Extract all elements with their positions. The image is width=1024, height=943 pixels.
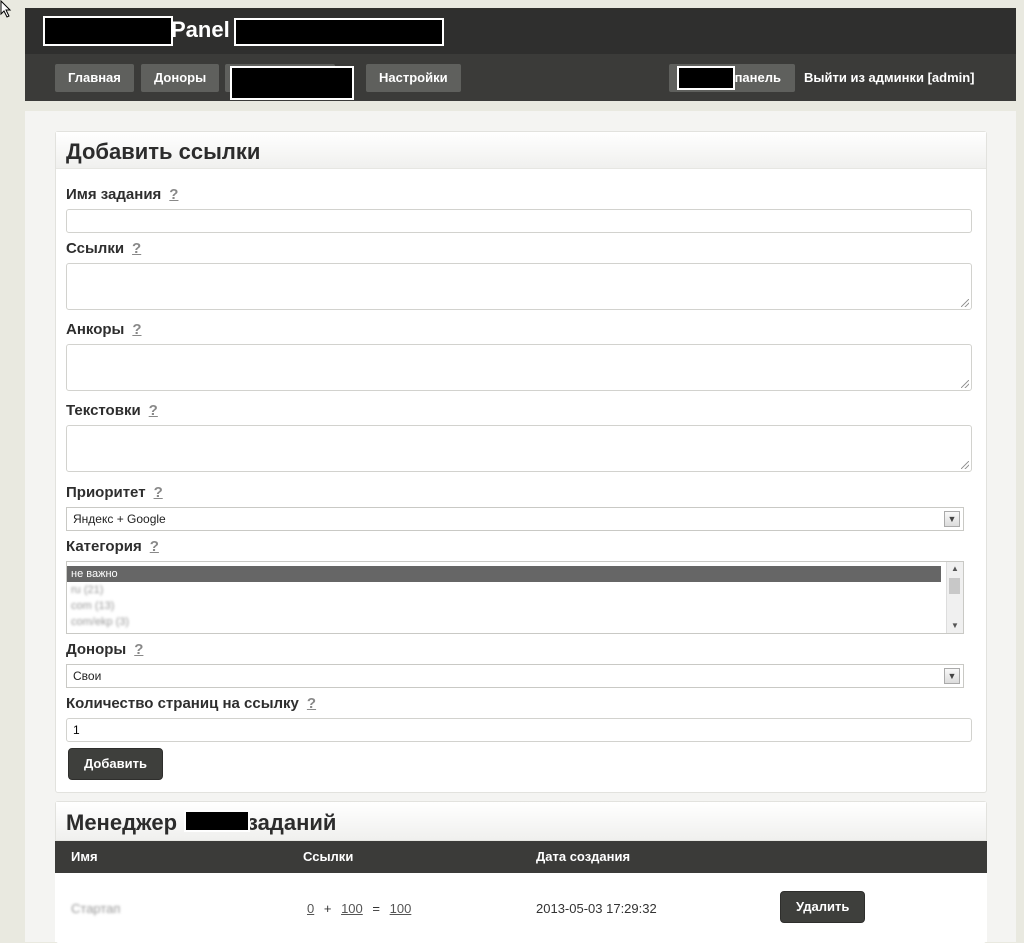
help-icon[interactable]: ? — [134, 641, 143, 658]
delete-button[interactable]: Удалить — [780, 891, 866, 923]
links-count-b[interactable]: 100 — [341, 901, 363, 916]
pages-per-link-label-text: Количество страниц на ссылку — [66, 695, 299, 712]
category-listbox[interactable]: не важно ru (21) com (13) com/ekp (3) ▲ … — [66, 561, 964, 634]
texts-label: Текстовки? — [66, 402, 158, 419]
pages-per-link-label: Количество страниц на ссылку? — [66, 695, 316, 712]
resize-handle-icon[interactable] — [961, 299, 969, 307]
help-icon[interactable]: ? — [154, 484, 163, 501]
manager-heading-left: Менеджер — [66, 810, 178, 835]
top-header: Panel Главная Доноры Настройки панель Вы… — [25, 8, 1016, 101]
manager-heading-right: заданий — [247, 810, 337, 835]
texts-label-text: Текстовки — [66, 402, 141, 419]
category-option[interactable]: не важно — [67, 566, 941, 582]
priority-label: Приоритет? — [66, 484, 163, 501]
task-name-label: Имя задания? — [66, 186, 178, 203]
column-header-links: Ссылки — [303, 849, 354, 864]
links-total[interactable]: 100 — [390, 901, 412, 916]
links-label: Ссылки? — [66, 240, 141, 257]
chevron-down-icon[interactable]: ▼ — [944, 511, 960, 527]
column-header-created: Дата создания — [536, 849, 631, 864]
category-option[interactable]: ru (21) — [67, 582, 963, 598]
help-icon[interactable]: ? — [132, 240, 141, 257]
category-label: Категория? — [66, 538, 159, 555]
help-icon[interactable]: ? — [150, 538, 159, 555]
category-option[interactable]: com/ekp (3) — [67, 614, 963, 630]
category-label-text: Категория — [66, 538, 142, 555]
table-row: Стартап 0 + 100 = 100 2013-05-03 17:29:3… — [55, 873, 987, 942]
links-plus: + — [323, 901, 332, 916]
add-links-heading: Добавить ссылки — [56, 132, 986, 169]
links-count-a[interactable]: 0 — [307, 901, 314, 916]
redacted-block — [230, 66, 354, 100]
anchors-textarea[interactable] — [66, 344, 972, 391]
anchors-label: Анкоры? — [66, 321, 142, 338]
task-name-input[interactable] — [66, 209, 972, 233]
nav-home[interactable]: Главная — [55, 64, 134, 92]
scroll-thumb[interactable] — [949, 578, 960, 594]
links-equals: = — [372, 901, 380, 916]
resize-handle-icon[interactable] — [961, 461, 969, 469]
redacted-block — [43, 16, 173, 46]
add-links-panel: Добавить ссылки Имя задания? Ссылки? Анк… — [55, 131, 987, 793]
resize-handle-icon[interactable] — [961, 380, 969, 388]
brand-row: Panel — [25, 8, 1016, 54]
column-header-name: Имя — [71, 849, 98, 864]
redacted-block — [234, 18, 444, 46]
help-icon[interactable]: ? — [307, 695, 316, 712]
donors-value: Свои — [73, 669, 102, 683]
donors-label: Доноры? — [66, 641, 143, 658]
help-icon[interactable]: ? — [149, 402, 158, 419]
app-title: Panel — [171, 17, 230, 42]
panel-link-label: панель — [734, 70, 781, 85]
nav-donors[interactable]: Доноры — [141, 64, 220, 92]
created-date-cell: 2013-05-03 17:29:32 — [536, 901, 657, 916]
links-textarea[interactable] — [66, 263, 972, 310]
help-icon[interactable]: ? — [132, 321, 141, 338]
nav-settings[interactable]: Настройки — [366, 64, 461, 92]
links-cell: 0 + 100 = 100 — [307, 901, 411, 916]
donors-label-text: Доноры — [66, 641, 127, 658]
task-name-cell: Стартап — [71, 901, 121, 916]
help-icon[interactable]: ? — [169, 186, 178, 203]
chevron-down-icon[interactable]: ▼ — [944, 668, 960, 684]
category-scrollbar[interactable]: ▲ ▼ — [946, 562, 963, 633]
chevron-up-icon[interactable]: ▲ — [947, 562, 963, 576]
add-button[interactable]: Добавить — [68, 748, 163, 780]
pages-per-link-input[interactable] — [66, 718, 972, 742]
priority-select[interactable]: Яндекс + Google ▼ — [66, 507, 964, 531]
redacted-block — [677, 66, 735, 90]
chevron-down-icon[interactable]: ▼ — [947, 619, 963, 633]
task-name-label-text: Имя задания — [66, 186, 162, 203]
donors-select[interactable]: Свои ▼ — [66, 664, 964, 688]
category-option[interactable]: com (13) — [67, 598, 963, 614]
texts-textarea[interactable] — [66, 425, 972, 472]
priority-label-text: Приоритет — [66, 484, 146, 501]
content-area: Добавить ссылки Имя задания? Ссылки? Анк… — [25, 111, 1016, 943]
mouse-cursor-icon — [0, 0, 12, 18]
logout-link[interactable]: Выйти из админки [admin] — [804, 64, 975, 92]
priority-value: Яндекс + Google — [73, 512, 166, 526]
links-label-text: Ссылки — [66, 240, 125, 257]
redacted-block — [184, 810, 250, 832]
tasks-table-header: Имя Ссылки Дата создания — [55, 841, 987, 873]
anchors-label-text: Анкоры — [66, 321, 125, 338]
